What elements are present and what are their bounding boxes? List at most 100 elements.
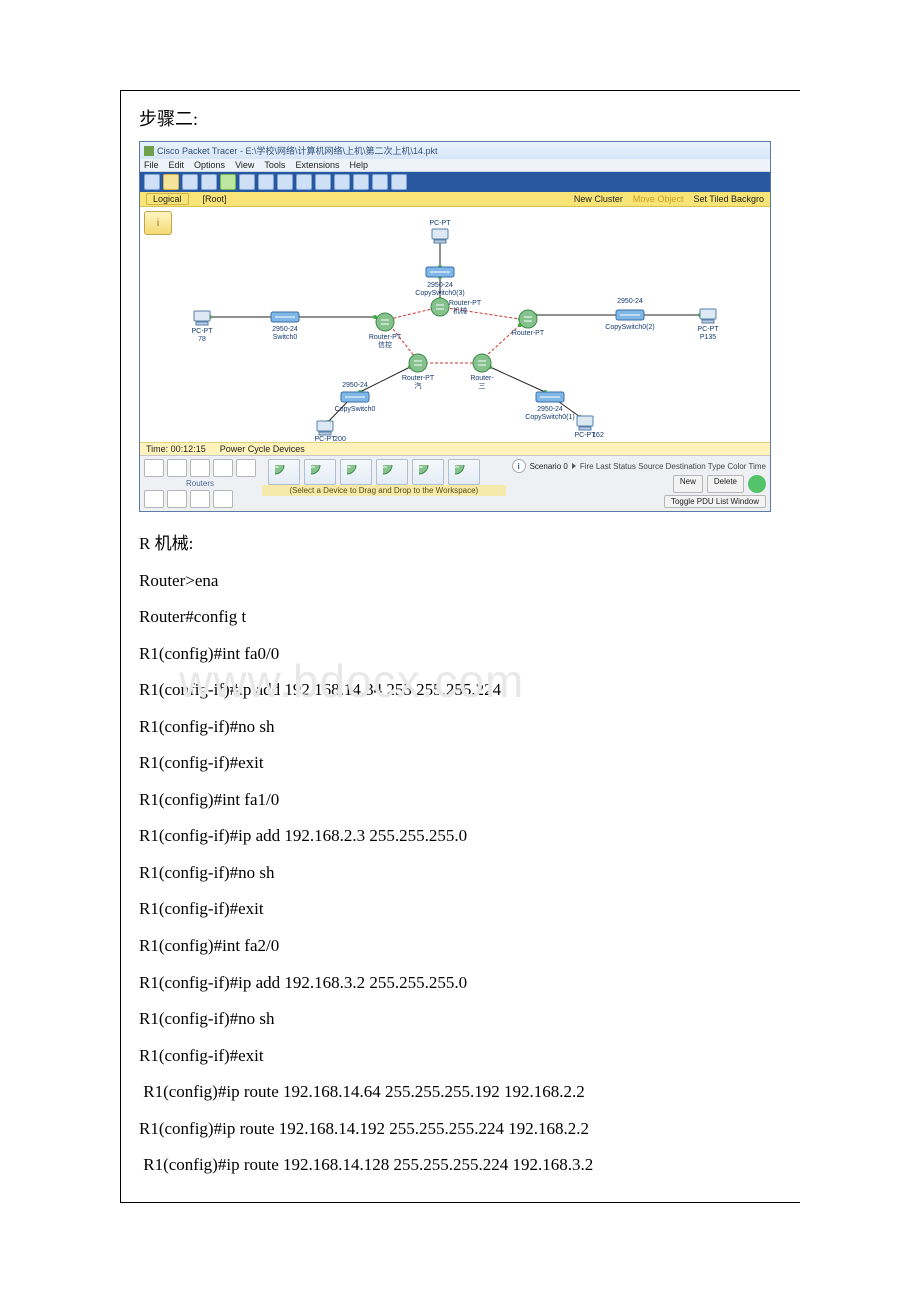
toolbar-draw-icon[interactable] [372, 174, 388, 190]
palette-hubs-icon[interactable] [190, 459, 210, 477]
cfg-line: R1(config)#ip route 192.168.14.64 255.25… [139, 1074, 782, 1111]
simulation-panel: i Scenario 0 Fire Last Status Source Des… [512, 459, 766, 508]
toolbar-save-icon[interactable] [182, 174, 198, 190]
cfg-line: R1(config-if)#exit [139, 745, 782, 782]
svg-text:机械: 机械 [453, 306, 467, 315]
menu-extensions[interactable]: Extensions [295, 160, 339, 170]
svg-text:2950-24: 2950-24 [537, 406, 563, 413]
cfg-line: R1(config-if)#no sh [139, 709, 782, 746]
toolbar-print-icon[interactable] [201, 174, 217, 190]
device-2811-icon[interactable] [412, 459, 444, 485]
svg-text:PC-PT: PC-PT [430, 220, 452, 227]
device-2621-icon[interactable] [376, 459, 408, 485]
btn-new[interactable]: New [673, 475, 703, 493]
cfg-line: Router>ena [139, 563, 782, 600]
palette-wireless-icon[interactable] [213, 459, 233, 477]
device-category-palette[interactable]: Routers [144, 459, 256, 508]
power-cycle-button[interactable]: Power Cycle Devices [220, 444, 305, 454]
svg-text:三: 三 [479, 382, 486, 390]
palette-end-icon[interactable] [144, 490, 164, 508]
toolbar-open-icon[interactable] [163, 174, 179, 190]
svg-text:CopySwitch0(3): CopySwitch0(3) [415, 290, 464, 297]
device-1841-icon[interactable] [304, 459, 336, 485]
palette-wan-icon[interactable] [167, 490, 187, 508]
svg-text:2950-24: 2950-24 [617, 298, 643, 305]
device-1811-icon[interactable] [268, 459, 300, 485]
svg-text:PC-PT: PC-PT [192, 328, 214, 335]
toolbar-undo-icon[interactable] [277, 174, 293, 190]
topology-svg: PC-PT 2950-24CopySwitch0(3) Router-PT机械 … [140, 207, 770, 442]
svg-text:Router-PT: Router-PT [402, 375, 435, 382]
cfg-line: R1(config)#int fa1/0 [139, 782, 782, 819]
pt-favicon [144, 146, 154, 156]
menu-options[interactable]: Options [194, 160, 225, 170]
dropdown-icon[interactable] [572, 463, 576, 469]
palette-switches-icon[interactable] [167, 459, 187, 477]
cfg-line: Router#config t [139, 599, 782, 636]
cfg-line: R1(config-if)#no sh [139, 855, 782, 892]
info-icon[interactable]: i [512, 459, 526, 473]
document-page: 步骤二: Cisco Packet Tracer - E:\学校\网络\计算机网… [0, 0, 920, 1302]
pt-titlebar: Cisco Packet Tracer - E:\学校\网络\计算机网络\上机\… [140, 142, 770, 159]
toolbar-zoomin-icon[interactable] [315, 174, 331, 190]
cfg-line: R1(config-if)#ip add 192.168.3.2 255.255… [139, 965, 782, 1002]
palette-label: Routers [144, 479, 256, 488]
toolbar-paste-icon[interactable] [258, 174, 274, 190]
svg-text:Router-PT: Router-PT [369, 334, 402, 341]
cfg-line: R1(config)#ip route 192.168.14.192 255.2… [139, 1111, 782, 1148]
cfg-line: R1(config-if)#no sh [139, 1001, 782, 1038]
btn-move-object[interactable]: Move Object [633, 194, 684, 204]
toolbar-redo-icon[interactable] [296, 174, 312, 190]
menu-view[interactable]: View [235, 160, 254, 170]
toolbar-custom-icon[interactable] [391, 174, 407, 190]
btn-toggle-pdu[interactable]: Toggle PDU List Window [664, 495, 766, 508]
svg-text:P135: P135 [700, 334, 716, 341]
device-generic-icon[interactable] [448, 459, 480, 485]
root-label[interactable]: [Root] [203, 194, 227, 204]
cfg-line: R1(config-if)#ip add 192.168.14.34 255.2… [139, 672, 782, 709]
router-config-block: R 机械: Router>ena Router#config t www.bdo… [139, 526, 782, 1184]
router-section-label: R 机械: [139, 526, 782, 563]
svg-text:78: 78 [198, 336, 206, 343]
svg-text:CopySwitch0: CopySwitch0 [335, 406, 376, 413]
btn-delete[interactable]: Delete [707, 475, 744, 493]
pt-canvas[interactable]: i [140, 207, 770, 442]
svg-text:2950-24: 2950-24 [272, 326, 298, 333]
device-hint: (Select a Device to Drag and Drop to the… [262, 485, 506, 496]
menu-edit[interactable]: Edit [169, 160, 185, 170]
palette-connections-icon[interactable] [236, 459, 256, 477]
cfg-line: R1(config-if)#ip add 192.168.2.3 255.255… [139, 818, 782, 855]
menu-file[interactable]: File [144, 160, 159, 170]
toolbar-wizard-icon[interactable] [220, 174, 236, 190]
toolbar-copy-icon[interactable] [239, 174, 255, 190]
btn-set-tiled[interactable]: Set Tiled Backgro [693, 194, 764, 204]
svg-text:2950-24: 2950-24 [342, 382, 368, 389]
svg-text:PC-PT: PC-PT [315, 436, 337, 442]
pt-window-title: Cisco Packet Tracer - E:\学校\网络\计算机网络\上机\… [157, 144, 438, 157]
svg-text:162: 162 [592, 432, 604, 439]
cfg-line: R1(config-if)#exit [139, 1038, 782, 1075]
menu-tools[interactable]: Tools [264, 160, 285, 170]
toolbar-zoomout-icon[interactable] [353, 174, 369, 190]
svg-text:Router-: Router- [470, 375, 494, 382]
btn-new-cluster[interactable]: New Cluster [574, 194, 623, 204]
content-frame: 步骤二: Cisco Packet Tracer - E:\学校\网络\计算机网… [120, 90, 800, 1203]
status-pill-icon [748, 475, 766, 493]
step-title: 步骤二: [139, 105, 782, 131]
svg-text:PC-PT: PC-PT [698, 326, 720, 333]
device-picker[interactable] [262, 459, 506, 485]
tab-logical[interactable]: Logical [146, 193, 189, 205]
device-2620-icon[interactable] [340, 459, 372, 485]
palette-routers-icon[interactable] [144, 459, 164, 477]
toolbar-new-icon[interactable] [144, 174, 160, 190]
palette-multi-icon[interactable] [213, 490, 233, 508]
svg-text:CopySwitch0(1): CopySwitch0(1) [525, 414, 574, 421]
pt-menubar[interactable]: File Edit Options View Tools Extensions … [140, 159, 770, 172]
pdu-columns: Fire Last Status Source Destination Type… [580, 462, 766, 471]
toolbar-zoomreset-icon[interactable] [334, 174, 350, 190]
svg-text:汽: 汽 [415, 381, 422, 390]
palette-custom-icon[interactable] [190, 490, 210, 508]
cfg-line: R1(config)#int fa2/0 [139, 928, 782, 965]
scenario-label[interactable]: Scenario 0 [530, 462, 568, 471]
menu-help[interactable]: Help [349, 160, 368, 170]
